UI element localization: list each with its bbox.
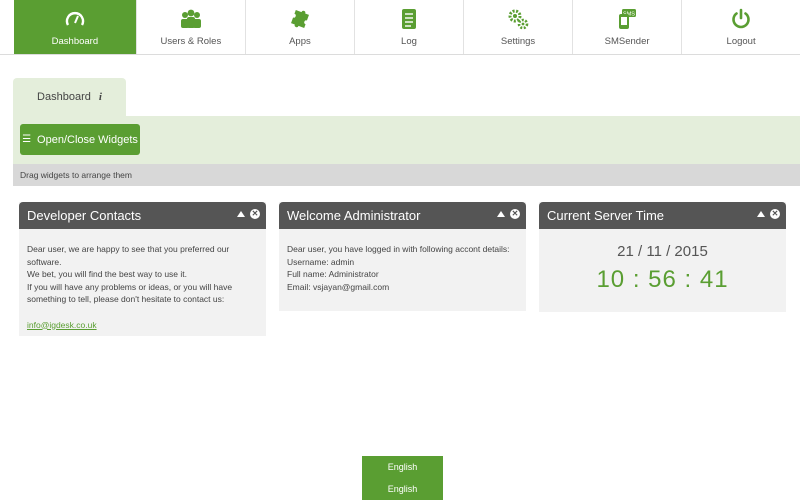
users-icon (179, 8, 203, 30)
gears-icon (507, 8, 529, 30)
nav-smsender[interactable]: SMS SMSender (573, 0, 683, 54)
widget-controls: ✕ (237, 209, 260, 219)
info-icon[interactable]: i (99, 91, 102, 103)
nav-dashboard[interactable]: Dashboard (14, 0, 137, 54)
welcome-email: Email: vsjayan@gmail.com (287, 281, 390, 292)
nav-logout[interactable]: Logout (682, 0, 800, 54)
contacts-line-3: If you will have any problems or ideas, … (27, 281, 233, 305)
widget-title: Welcome Administrator (287, 208, 421, 223)
nav-log[interactable]: Log (355, 0, 464, 54)
nav-users-roles[interactable]: Users & Roles (137, 0, 246, 54)
welcome-intro: Dear user, you have logged in with follo… (287, 244, 510, 254)
language-selector[interactable]: English English (362, 456, 443, 500)
tab-dashboard-label: Dashboard (37, 91, 91, 103)
nav-dashboard-label: Dashboard (51, 36, 99, 47)
welcome-widget[interactable]: Welcome Administrator ✕ Dear user, you h… (279, 202, 526, 311)
widget-header[interactable]: Current Server Time ✕ (539, 202, 786, 229)
nav-logout-label: Logout (726, 36, 756, 47)
nav-log-label: Log (401, 36, 417, 47)
collapse-icon[interactable] (757, 211, 765, 217)
welcome-username: Username: admin (287, 256, 355, 267)
close-icon[interactable]: ✕ (510, 209, 520, 219)
sms-icon: SMS (616, 8, 638, 30)
collapse-icon[interactable] (237, 211, 245, 217)
widget-controls: ✕ (757, 209, 780, 219)
open-close-widgets-button[interactable]: ☰ Open/Close Widgets (20, 124, 140, 155)
widget-title: Developer Contacts (27, 208, 142, 223)
tab-dashboard[interactable]: Dashboard i (13, 78, 126, 116)
server-time-widget[interactable]: Current Server Time ✕ 21 / 11 / 2015 10 … (539, 202, 786, 312)
puzzle-icon (289, 8, 311, 30)
nav-users-roles-label: Users & Roles (160, 36, 222, 47)
contacts-line-1: Dear user, we are happy to see that you … (27, 244, 230, 267)
widget-body: Dear user, you have logged in with follo… (279, 229, 526, 303)
developer-contacts-widget[interactable]: Developer Contacts ✕ Dear user, we are h… (19, 202, 266, 336)
server-clock: 10 : 56 : 41 (596, 266, 729, 293)
collapse-icon[interactable] (497, 211, 505, 217)
widget-toolbar: ☰ Open/Close Widgets (13, 116, 800, 164)
menu-icon: ☰ (22, 134, 32, 145)
nav-settings[interactable]: Settings (464, 0, 574, 54)
nav-apps-label: Apps (289, 36, 311, 47)
drag-hint: Drag widgets to arrange them (13, 164, 800, 186)
nav-apps[interactable]: Apps (246, 0, 355, 54)
close-icon[interactable]: ✕ (770, 209, 780, 219)
language-option[interactable]: English (362, 478, 443, 500)
nav-smsender-label: SMSender (604, 36, 650, 47)
widget-body: Dear user, we are happy to see that you … (19, 229, 266, 341)
open-close-widgets-label: Open/Close Widgets (37, 133, 138, 146)
top-navigation: Dashboard Users & Roles Apps Log Setting… (0, 0, 800, 55)
log-icon (401, 8, 417, 30)
widget-body: 21 / 11 / 2015 10 : 56 : 41 (539, 229, 786, 294)
widget-header[interactable]: Welcome Administrator ✕ (279, 202, 526, 229)
widget-title: Current Server Time (547, 208, 665, 223)
widget-header[interactable]: Developer Contacts ✕ (19, 202, 266, 229)
nav-settings-label: Settings (500, 36, 536, 47)
welcome-fullname: Full name: Administrator (287, 269, 379, 279)
contacts-line-2: We bet, you will find the best way to us… (27, 269, 188, 279)
server-date: 21 / 11 / 2015 (617, 243, 708, 260)
language-option[interactable]: English (362, 456, 443, 478)
close-icon[interactable]: ✕ (250, 209, 260, 219)
gauge-icon (65, 8, 85, 30)
widget-controls: ✕ (497, 209, 520, 219)
power-icon (730, 8, 752, 30)
contact-email-link[interactable]: info@igdesk.co.uk (27, 320, 97, 330)
